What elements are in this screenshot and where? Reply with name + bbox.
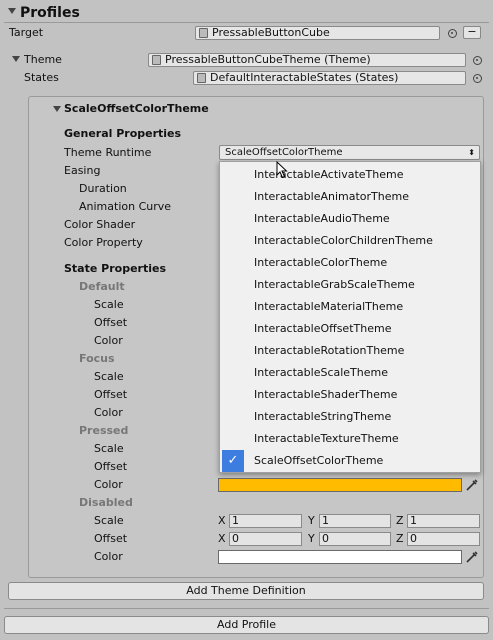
section-title: ScaleOffsetColorTheme — [64, 102, 209, 115]
asset-icon — [197, 73, 206, 83]
states-field[interactable]: DefaultInteractableStates (States) — [193, 71, 466, 85]
profiles-title: Profiles — [20, 5, 80, 21]
pressed-color-field[interactable] — [218, 478, 462, 492]
states-label: States — [24, 71, 59, 84]
pressed-offset-label: Offset — [94, 460, 128, 473]
dropdown-item[interactable]: InteractableShaderTheme — [220, 384, 480, 406]
state-properties-title: State Properties — [64, 262, 166, 275]
focus-offset-label: Offset — [94, 388, 128, 401]
theme-runtime-label: Theme Runtime — [64, 146, 152, 159]
target-label: Target — [9, 26, 44, 39]
disabled-offset-y[interactable]: 0 — [319, 532, 391, 546]
section-foldout-icon[interactable] — [53, 106, 61, 112]
states-picker-icon[interactable] — [473, 74, 482, 83]
disabled-offset-y-label: Y — [308, 532, 315, 545]
dropdown-item-label: InteractableShaderTheme — [254, 388, 398, 401]
duration-label: Duration — [79, 182, 127, 195]
eyedropper-icon[interactable] — [465, 478, 479, 492]
easing-label: Easing — [64, 164, 101, 177]
disabled-offset-label: Offset — [94, 532, 128, 545]
focus-color-label: Color — [94, 406, 123, 419]
bottom-divider — [4, 608, 489, 609]
focus-scale-label: Scale — [94, 370, 124, 383]
disabled-offset-x[interactable]: 0 — [229, 532, 302, 546]
disabled-offset-z[interactable]: 0 — [407, 532, 480, 546]
dropdown-item-label: InteractableOffsetTheme — [254, 322, 392, 335]
dropdown-item[interactable]: InteractableStringTheme — [220, 406, 480, 428]
dropdown-item[interactable]: InteractableActivateTheme — [220, 164, 480, 186]
animation-curve-label: Animation Curve — [79, 200, 172, 213]
profiles-foldout-icon[interactable] — [8, 8, 16, 14]
dropdown-item-label: InteractableTextureTheme — [254, 432, 399, 445]
disabled-scale-x-label: X — [218, 514, 226, 527]
dropdown-item-label: InteractableRotationTheme — [254, 344, 405, 357]
disabled-scale-y-label: Y — [308, 514, 315, 527]
states-value: DefaultInteractableStates (States) — [210, 71, 399, 84]
color-property-label: Color Property — [64, 236, 143, 249]
state-focus-title: Focus — [79, 352, 115, 365]
dropdown-item[interactable]: InteractableAudioTheme — [220, 208, 480, 230]
disabled-scale-label: Scale — [94, 514, 124, 527]
theme-picker-icon[interactable] — [473, 56, 482, 65]
state-default-title: Default — [79, 280, 125, 293]
theme-runtime-value: ScaleOffsetColorTheme — [225, 147, 343, 158]
dropdown-item-label: InteractableScaleTheme — [254, 366, 389, 379]
asset-icon — [152, 55, 161, 65]
dropdown-item-label: InteractableGrabScaleTheme — [254, 278, 415, 291]
dropdown-item[interactable]: InteractableMaterialTheme — [220, 296, 480, 318]
dropdown-item-label: InteractableAnimatorTheme — [254, 190, 409, 203]
theme-field[interactable]: PressableButtonCubeTheme (Theme) — [148, 53, 466, 67]
state-pressed-title: Pressed — [79, 424, 129, 437]
dropdown-item-label: InteractableAudioTheme — [254, 212, 390, 225]
mouse-cursor-icon — [276, 161, 288, 179]
dropdown-item[interactable]: InteractableColorChildrenTheme — [220, 230, 480, 252]
eyedropper-icon[interactable] — [465, 550, 479, 564]
cube-icon — [199, 28, 208, 38]
theme-label: Theme — [24, 53, 62, 66]
dropdown-item-label: InteractableStringTheme — [254, 410, 392, 423]
dropdown-item[interactable]: InteractableScaleTheme — [220, 362, 480, 384]
general-properties-title: General Properties — [64, 127, 182, 140]
dropdown-item-label: InteractableMaterialTheme — [254, 300, 404, 313]
disabled-scale-z[interactable]: 1 — [407, 514, 480, 528]
dropdown-item[interactable]: InteractableColorTheme — [220, 252, 480, 274]
disabled-offset-x-label: X — [218, 532, 226, 545]
dropdown-item[interactable]: InteractableOffsetTheme — [220, 318, 480, 340]
default-offset-label: Offset — [94, 316, 128, 329]
dropdown-item-label: InteractableColorTheme — [254, 256, 388, 269]
theme-value: PressableButtonCubeTheme (Theme) — [165, 53, 371, 66]
pressed-color-label: Color — [94, 478, 123, 491]
dropdown-item[interactable]: InteractableRotationTheme — [220, 340, 480, 362]
checkmark-icon: ✓ — [222, 450, 244, 472]
header-divider — [4, 22, 489, 23]
disabled-color-label: Color — [94, 550, 123, 563]
theme-foldout-icon[interactable] — [12, 56, 20, 62]
disabled-scale-x[interactable]: 1 — [229, 514, 302, 528]
theme-runtime-dropdown: InteractableActivateTheme InteractableAni… — [219, 161, 481, 473]
dropdown-item[interactable]: InteractableGrabScaleTheme — [220, 274, 480, 296]
dropdown-item[interactable]: ✓ ScaleOffsetColorTheme — [220, 450, 480, 472]
color-shader-label: Color Shader — [64, 218, 136, 231]
select-arrow-icon: ⬍ — [468, 148, 475, 157]
default-scale-label: Scale — [94, 298, 124, 311]
disabled-scale-y[interactable]: 1 — [319, 514, 391, 528]
pressed-scale-label: Scale — [94, 442, 124, 455]
disabled-offset-z-label: Z — [396, 532, 404, 545]
target-field[interactable]: PressableButtonCube — [195, 26, 440, 40]
state-disabled-title: Disabled — [79, 496, 133, 509]
add-profile-button[interactable]: Add Profile — [4, 616, 489, 634]
dropdown-item[interactable]: InteractableTextureTheme — [220, 428, 480, 450]
target-picker-icon[interactable] — [448, 29, 457, 38]
remove-target-button[interactable]: − — [463, 26, 481, 39]
dropdown-item-label: ScaleOffsetColorTheme — [254, 454, 384, 467]
dropdown-item[interactable]: InteractableAnimatorTheme — [220, 186, 480, 208]
default-color-label: Color — [94, 334, 123, 347]
target-value: PressableButtonCube — [212, 26, 330, 39]
add-theme-definition-button[interactable]: Add Theme Definition — [8, 582, 484, 600]
disabled-scale-z-label: Z — [396, 514, 404, 527]
theme-runtime-select[interactable]: ScaleOffsetColorTheme ⬍ — [219, 145, 480, 160]
dropdown-item-label: InteractableColorChildrenTheme — [254, 234, 433, 247]
disabled-color-field[interactable] — [218, 550, 462, 564]
